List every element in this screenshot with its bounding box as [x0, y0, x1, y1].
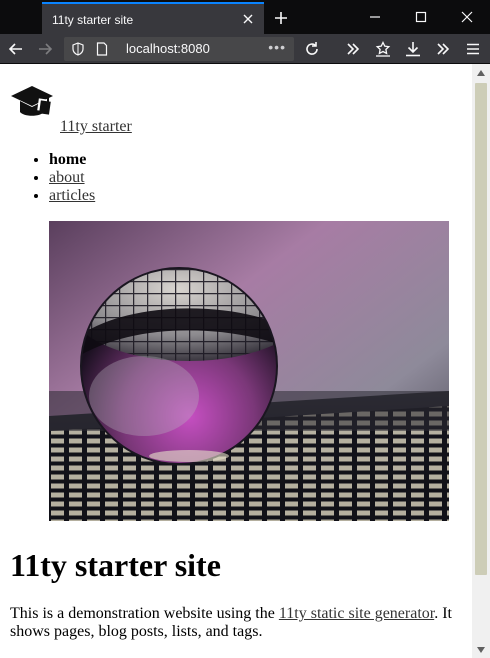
- reload-button[interactable]: [300, 37, 324, 61]
- scrollbar-thumb[interactable]: [475, 83, 487, 575]
- double-chevron-right-icon: [347, 43, 360, 55]
- extensions-overflow-button[interactable]: [431, 37, 455, 61]
- eleventy-link[interactable]: 11ty static site generator: [279, 605, 434, 622]
- url-text[interactable]: localhost:8080: [126, 41, 210, 56]
- page-viewport: 11ty starter home about articles: [0, 64, 472, 658]
- nav-item-home: home: [49, 151, 95, 169]
- new-tab-button[interactable]: [270, 7, 292, 29]
- maximize-button[interactable]: [398, 0, 444, 34]
- graduation-cap-icon: [11, 86, 53, 116]
- page-heading: 11ty starter site: [10, 547, 221, 583]
- forward-arrow-icon: [39, 43, 53, 55]
- page-info-icon[interactable]: [96, 42, 108, 61]
- plus-icon: [275, 12, 287, 24]
- url-bar[interactable]: localhost:8080 •••: [64, 37, 294, 61]
- main-menu-button[interactable]: [461, 37, 485, 61]
- scroll-up-button[interactable]: [472, 64, 490, 81]
- double-chevron-right-icon: [437, 43, 450, 55]
- site-title-link[interactable]: 11ty starter: [60, 118, 132, 136]
- intro-paragraph: This is a demonstration website using th…: [10, 605, 472, 641]
- tracking-protection-shield-icon[interactable]: [72, 42, 84, 61]
- hamburger-menu-icon: [467, 43, 479, 55]
- close-window-button[interactable]: [444, 0, 490, 34]
- hero-image: [49, 221, 449, 521]
- downloads-button[interactable]: [401, 37, 425, 61]
- intro-text-before: This is a demonstration website using th…: [10, 605, 279, 622]
- nav-list: home about articles: [10, 151, 95, 205]
- download-icon: [406, 42, 420, 57]
- back-arrow-icon: [8, 43, 22, 55]
- browser-titlebar: 11ty starter site: [0, 0, 490, 34]
- scroll-up-arrow-icon: [477, 69, 485, 76]
- tab-title: 11ty starter site: [52, 13, 134, 27]
- browser-navbar: localhost:8080 •••: [0, 34, 490, 64]
- nav-link-about[interactable]: about: [49, 169, 85, 186]
- minimize-icon: [370, 16, 380, 18]
- tab-close-icon[interactable]: [240, 11, 256, 27]
- nav-link-articles[interactable]: articles: [49, 187, 95, 204]
- page-actions-menu-icon[interactable]: •••: [268, 39, 286, 55]
- overflow-toolbar-button[interactable]: [341, 37, 365, 61]
- browser-tab-active[interactable]: 11ty starter site: [42, 2, 264, 34]
- scroll-down-arrow-icon: [477, 646, 485, 653]
- maximize-icon: [415, 11, 427, 23]
- reload-icon: [306, 42, 318, 55]
- scroll-down-button[interactable]: [472, 641, 490, 658]
- main-navigation: home about articles: [10, 151, 95, 205]
- vertical-scrollbar[interactable]: [472, 64, 490, 658]
- nav-item-about: about: [49, 169, 95, 187]
- forward-button[interactable]: [33, 37, 57, 61]
- minimize-button[interactable]: [352, 0, 398, 34]
- close-icon: [461, 11, 473, 23]
- back-button[interactable]: [4, 37, 28, 61]
- site-logo-link[interactable]: [10, 84, 54, 129]
- bookmarks-button[interactable]: [371, 37, 395, 61]
- nav-item-articles: articles: [49, 187, 95, 205]
- star-tray-icon: [375, 41, 391, 57]
- nav-home-current: home: [49, 151, 87, 168]
